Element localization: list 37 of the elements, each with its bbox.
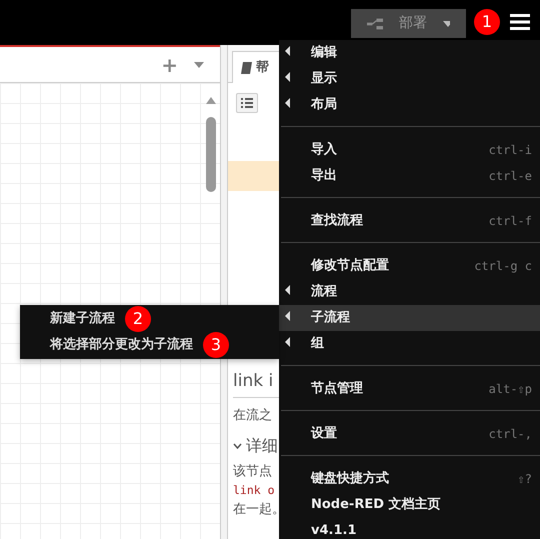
- menu-item[interactable]: v4.1.1: [279, 518, 540, 539]
- menu-button[interactable]: [510, 13, 530, 31]
- menu-item[interactable]: 组: [279, 331, 540, 357]
- menu-item[interactable]: 设置 ctrl-,: [279, 421, 540, 447]
- badge: 1: [474, 9, 500, 35]
- book-icon: [241, 62, 252, 74]
- menu-item[interactable]: 子流程: [279, 305, 540, 331]
- badge: 3: [203, 332, 229, 358]
- menu-item[interactable]: 导出 ctrl-e: [279, 163, 540, 189]
- menu-item[interactable]: 流程: [279, 279, 540, 305]
- shortcut-text: ⇧?: [518, 471, 532, 488]
- caret-icon[interactable]: [194, 62, 204, 68]
- shortcut-text: ctrl-e: [488, 168, 532, 185]
- badge: 2: [125, 306, 151, 332]
- menu-item[interactable]: 将选择部分更改为子流程: [50, 335, 193, 355]
- menu-item[interactable]: 导入 ctrl-i: [279, 137, 540, 163]
- caret-icon: [443, 20, 450, 26]
- menu-item[interactable]: 布局: [279, 92, 540, 118]
- list-button[interactable]: [236, 93, 258, 113]
- shortcut-text: ctrl-f: [488, 213, 532, 230]
- code-text: link o: [233, 482, 276, 499]
- shortcut-text: ctrl-i: [488, 142, 532, 159]
- shortcut-text: alt-⇧p: [488, 381, 532, 398]
- section-heading: 详细: [246, 434, 278, 457]
- list-icon: [241, 98, 253, 108]
- add-tab-button[interactable]: +: [161, 50, 178, 80]
- flow-icon: [367, 16, 384, 32]
- menu-item[interactable]: 查找流程 ctrl-f: [279, 208, 540, 234]
- workspace-grid[interactable]: [0, 83, 220, 539]
- shortcut-text: ctrl-,: [488, 426, 532, 443]
- help-text: 在流之: [233, 407, 273, 426]
- shortcut-text: ctrl-g c: [474, 258, 532, 275]
- menu-item[interactable]: 修改节点配置 ctrl-g c: [279, 253, 540, 279]
- menu-item[interactable]: 新建子流程: [50, 309, 115, 329]
- help-text: 该节点: [233, 462, 273, 481]
- menu-item[interactable]: 键盘快捷方式 ⇧?: [279, 466, 540, 492]
- scroll-up-icon[interactable]: [206, 96, 216, 104]
